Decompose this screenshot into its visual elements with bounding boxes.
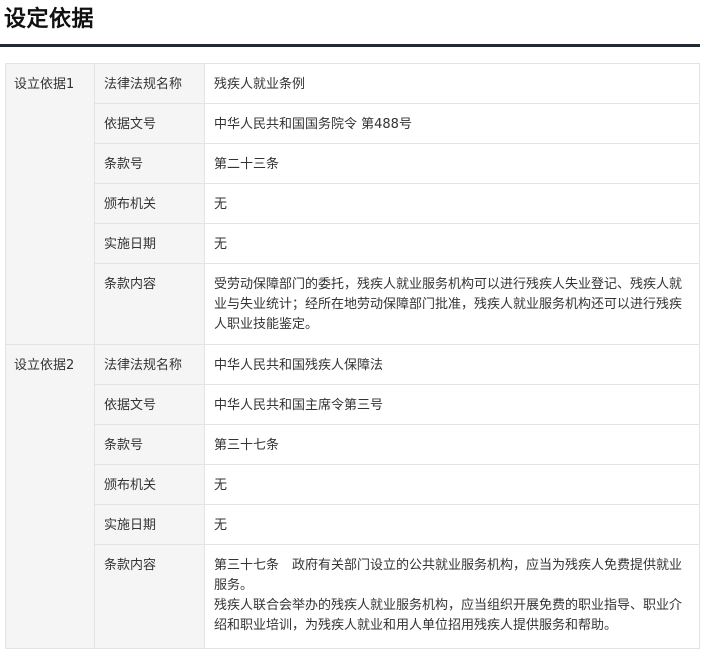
- field-value: 无: [204, 464, 700, 505]
- table-row: 依据文号 中华人民共和国主席令第三号: [6, 384, 700, 425]
- table-row: 条款号 第二十三条: [6, 143, 700, 184]
- page: 设定依据 设立依据1 法律法规名称 残疾人就业条例 依据文号 中华人民共和国国务…: [0, 0, 702, 667]
- clause-paragraph: 第三十七条 政府有关部门设立的公共就业服务机构，应当为残疾人免费提供就业服务。: [214, 558, 683, 593]
- table-row: 颁布机关 无: [6, 183, 700, 224]
- table-row: 设立依据2 法律法规名称 中华人民共和国残疾人保障法: [5, 344, 700, 649]
- table-row: 实施日期 无: [6, 223, 700, 264]
- field-label: 条款号: [94, 424, 205, 465]
- field-value: 第三十七条: [204, 424, 700, 465]
- clause-paragraph: 受劳动保障部门的委托，残疾人就业服务机构可以进行残疾人失业登记、残疾人就业与失业…: [214, 277, 683, 332]
- basis-group-label: 设立依据1: [5, 63, 95, 345]
- field-value: 中华人民共和国残疾人保障法: [204, 344, 700, 385]
- field-label: 实施日期: [94, 223, 205, 264]
- field-label: 法律法规名称: [94, 63, 205, 104]
- field-label: 条款内容: [94, 263, 205, 345]
- field-value: 第二十三条: [204, 143, 700, 184]
- field-label: 颁布机关: [94, 183, 205, 224]
- table-row: 设立依据1 法律法规名称 残疾人就业条例: [5, 63, 700, 345]
- table-row: 实施日期 无: [6, 504, 700, 545]
- basis-table: 设立依据1 法律法规名称 残疾人就业条例 依据文号 中华人民共和国国务院令 第4…: [5, 63, 700, 649]
- table-row: 条款内容 第三十七条 政府有关部门设立的公共就业服务机构，应当为残疾人免费提供就…: [6, 544, 700, 649]
- field-label: 依据文号: [94, 103, 205, 144]
- clause-content: 受劳动保障部门的委托，残疾人就业服务机构可以进行残疾人失业登记、残疾人就业与失业…: [204, 263, 700, 345]
- table-row: 条款内容 受劳动保障部门的委托，残疾人就业服务机构可以进行残疾人失业登记、残疾人…: [6, 263, 700, 345]
- page-title: 设定依据: [4, 7, 95, 32]
- field-label: 条款内容: [94, 544, 205, 649]
- table-row: 依据文号 中华人民共和国国务院令 第488号: [6, 103, 700, 144]
- clause-content: 第三十七条 政府有关部门设立的公共就业服务机构，应当为残疾人免费提供就业服务。 …: [204, 544, 700, 649]
- field-label: 颁布机关: [94, 464, 205, 505]
- field-value: 中华人民共和国国务院令 第488号: [204, 103, 700, 144]
- field-value: 无: [204, 504, 700, 545]
- clause-paragraph: 残疾人联合会举办的残疾人就业服务机构，应当组织开展免费的职业指导、职业介绍和职业…: [214, 598, 683, 633]
- field-label: 实施日期: [94, 504, 205, 545]
- title-bar: 设定依据: [0, 0, 700, 47]
- field-value: 无: [204, 223, 700, 264]
- basis-group-label: 设立依据2: [5, 344, 95, 649]
- field-label: 依据文号: [94, 384, 205, 425]
- field-label: 条款号: [94, 143, 205, 184]
- field-label: 法律法规名称: [94, 344, 205, 385]
- field-value: 中华人民共和国主席令第三号: [204, 384, 700, 425]
- field-value: 无: [204, 183, 700, 224]
- table-row: 颁布机关 无: [6, 464, 700, 505]
- table-row: 条款号 第三十七条: [6, 424, 700, 465]
- field-value: 残疾人就业条例: [204, 63, 700, 104]
